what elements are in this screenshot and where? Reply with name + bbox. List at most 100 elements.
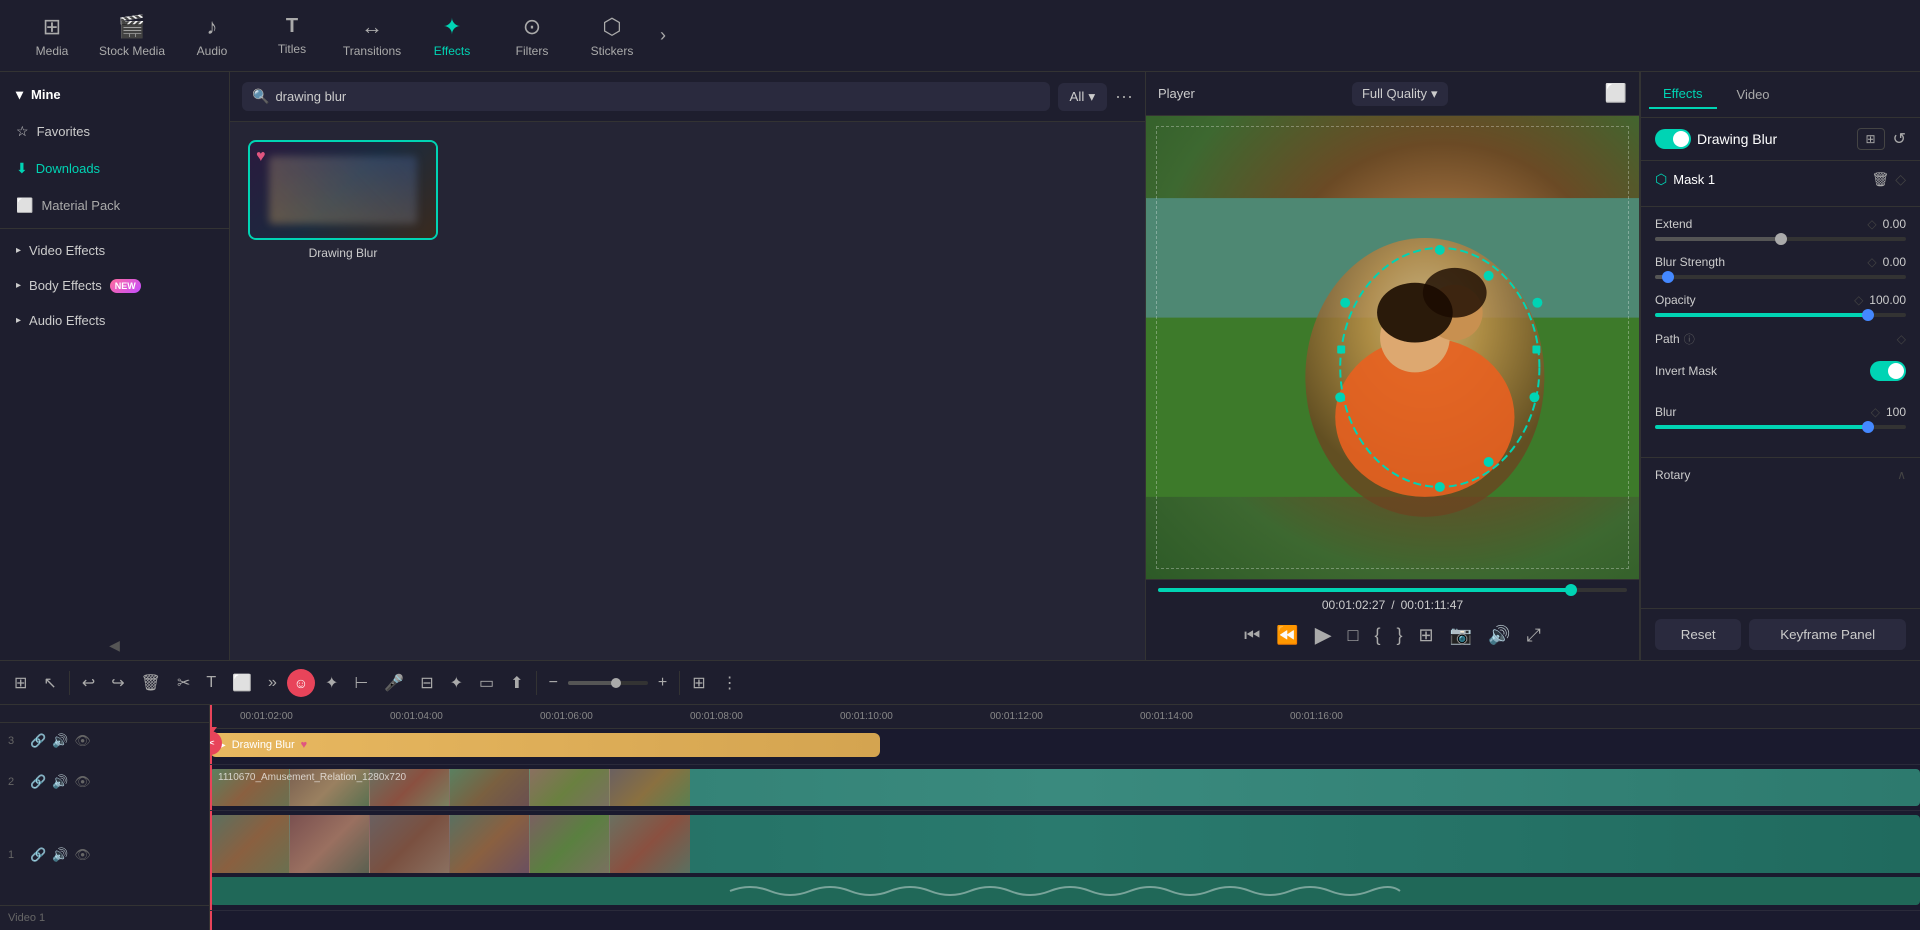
- tab-effects[interactable]: Effects: [1649, 80, 1717, 109]
- nav-favorites[interactable]: ☆ Favorites: [0, 113, 229, 150]
- frame-back-btn[interactable]: ⏪: [1272, 621, 1302, 650]
- zoom-slider[interactable]: [568, 681, 648, 685]
- filters-icon: ⊙: [523, 14, 541, 40]
- toolbar-titles-label: Titles: [278, 42, 306, 56]
- clip-label: Drawing Blur: [232, 739, 295, 751]
- crop-btn[interactable]: ⬜: [226, 669, 258, 697]
- opacity-slider[interactable]: [1655, 313, 1906, 317]
- special-action-btn[interactable]: ☺: [287, 669, 315, 697]
- effect-copy-btn[interactable]: ⊞: [1857, 128, 1885, 150]
- filter-all-btn[interactable]: All ▾: [1058, 83, 1108, 111]
- player-area: Player Full Quality ▾ ⬜: [1145, 72, 1640, 660]
- quality-selector[interactable]: Full Quality ▾: [1352, 82, 1448, 106]
- redo-btn[interactable]: ↪: [105, 669, 130, 697]
- more-tl-btn[interactable]: »: [262, 670, 283, 696]
- track-1-lock-btn[interactable]: 🔗: [30, 847, 46, 863]
- blur-strength-thumb[interactable]: [1662, 271, 1674, 283]
- reset-btn[interactable]: Reset: [1655, 619, 1741, 650]
- drawing-blur-clip[interactable]: ▶ Drawing Blur ♥: [210, 733, 880, 757]
- toolbar-effects[interactable]: ✦ Effects: [412, 4, 492, 68]
- minus-zoom-btn[interactable]: −: [543, 670, 564, 696]
- text-btn[interactable]: T: [200, 670, 222, 696]
- mask-delete-btn[interactable]: 🗑: [1871, 171, 1889, 188]
- video-clip-2[interactable]: 1110670_Amusement_Relation_1280x720: [210, 769, 1920, 806]
- extend-slider[interactable]: [1655, 237, 1906, 241]
- blur-thumb[interactable]: [1862, 421, 1874, 433]
- track-3-lock-btn[interactable]: 🔗: [30, 733, 46, 749]
- extend-value: 0.00: [1883, 217, 1906, 231]
- play-btn[interactable]: ▶: [1311, 618, 1336, 652]
- track-1-audio-btn[interactable]: 🔊: [52, 847, 68, 863]
- toolbar-titles[interactable]: T Titles: [252, 4, 332, 68]
- blur-slider[interactable]: [1655, 425, 1906, 429]
- toolbar-more-btn[interactable]: ›: [652, 17, 674, 54]
- effect-card-drawing-blur[interactable]: ♥ Drawing Blur: [248, 140, 438, 260]
- fullscreen-btn[interactable]: ⬜: [1605, 83, 1627, 104]
- nav-material-pack[interactable]: ⬜ Material Pack: [0, 187, 229, 224]
- progress-thumb[interactable]: [1565, 584, 1577, 596]
- grid-toggle-btn[interactable]: ⊞: [686, 669, 711, 697]
- track-3-visible-btn[interactable]: 👁: [74, 733, 91, 749]
- toolbar-filters[interactable]: ⊙ Filters: [492, 4, 572, 68]
- nav-body-effects[interactable]: ▸ Body Effects NEW: [0, 268, 229, 303]
- cut-btn[interactable]: ✂: [171, 669, 196, 697]
- grid-view-btn[interactable]: ⊞: [8, 669, 33, 697]
- search-box[interactable]: 🔍: [242, 82, 1050, 111]
- nav-audio-effects[interactable]: ▸ Audio Effects: [0, 303, 229, 338]
- v1-thumb-1: [210, 815, 290, 873]
- toolbar-stickers[interactable]: ⬡ Stickers: [572, 4, 652, 68]
- toolbar-audio[interactable]: ♪ Audio: [172, 4, 252, 68]
- video-clip-1[interactable]: [210, 815, 1920, 873]
- select-btn[interactable]: ↖: [37, 669, 62, 697]
- mic-btn[interactable]: 🎤: [378, 669, 410, 697]
- toolbar-media[interactable]: ⊞ Media: [12, 4, 92, 68]
- track-2-lock-btn[interactable]: 🔗: [30, 774, 46, 790]
- snapshot-btn[interactable]: 📷: [1446, 621, 1476, 650]
- mark-out-btn[interactable]: }: [1393, 621, 1407, 650]
- extend-thumb[interactable]: [1775, 233, 1787, 245]
- plus-zoom-btn[interactable]: +: [652, 670, 673, 696]
- mark-in-btn[interactable]: {: [1371, 621, 1385, 650]
- effect-enable-toggle[interactable]: [1655, 129, 1691, 149]
- skip-back-btn[interactable]: ⏮: [1240, 621, 1264, 650]
- toolbar-sep-2: [536, 671, 537, 695]
- tab-video[interactable]: Video: [1723, 80, 1784, 109]
- progress-bar[interactable]: [1158, 588, 1627, 592]
- effect-reset-icon[interactable]: ↺: [1893, 129, 1906, 149]
- track-3-audio-btn[interactable]: 🔊: [52, 733, 68, 749]
- blur-strength-label-row: Blur Strength ◇ 0.00: [1655, 255, 1906, 269]
- delete-btn[interactable]: 🗑: [135, 669, 167, 697]
- subtitle-btn[interactable]: ▭: [473, 669, 500, 697]
- toolbar-transitions[interactable]: ↔ Transitions: [332, 4, 412, 68]
- fullscreen2-btn[interactable]: ⤢: [1522, 621, 1544, 650]
- track-2-audio-btn[interactable]: 🔊: [52, 774, 68, 790]
- caption-btn[interactable]: ⊟: [414, 669, 439, 697]
- undo-btn[interactable]: ↩: [76, 669, 101, 697]
- export-btn[interactable]: ⬆: [504, 669, 529, 697]
- split-btn[interactable]: ⊞: [1415, 621, 1438, 650]
- collapse-panel-btn[interactable]: ◀: [103, 631, 126, 660]
- opacity-thumb[interactable]: [1862, 309, 1874, 321]
- track-2-visible-btn[interactable]: 👁: [74, 774, 91, 790]
- toolbar-stock-media[interactable]: 🎬 Stock Media: [92, 4, 172, 68]
- sparkle-btn[interactable]: ✦: [319, 669, 344, 697]
- nav-mine[interactable]: ▾ Mine: [0, 72, 229, 113]
- more-grid-btn[interactable]: ⋮: [716, 669, 744, 697]
- toggle-knob: [1673, 131, 1689, 147]
- blur-strength-slider[interactable]: [1655, 275, 1906, 279]
- volume-btn[interactable]: 🔊: [1484, 621, 1514, 650]
- blur-preview: [269, 156, 418, 223]
- video-frame: [1146, 116, 1639, 579]
- mask-diamond-icon: ◇: [1895, 171, 1906, 188]
- keyframe-panel-btn[interactable]: Keyframe Panel: [1749, 619, 1906, 650]
- shield-btn[interactable]: ⊢: [348, 669, 374, 697]
- track-1-visible-btn[interactable]: 👁: [74, 847, 91, 863]
- magic-btn[interactable]: ✦: [444, 669, 469, 697]
- more-options-btn[interactable]: ···: [1115, 86, 1133, 107]
- loop-btn[interactable]: □: [1344, 621, 1363, 650]
- nav-video-effects[interactable]: ▸ Video Effects: [0, 233, 229, 268]
- search-input[interactable]: [275, 89, 1039, 104]
- invert-mask-toggle[interactable]: [1870, 361, 1906, 381]
- nav-downloads[interactable]: ⬇ Downloads: [0, 150, 229, 187]
- rotary-chevron-icon[interactable]: ∧: [1897, 468, 1906, 482]
